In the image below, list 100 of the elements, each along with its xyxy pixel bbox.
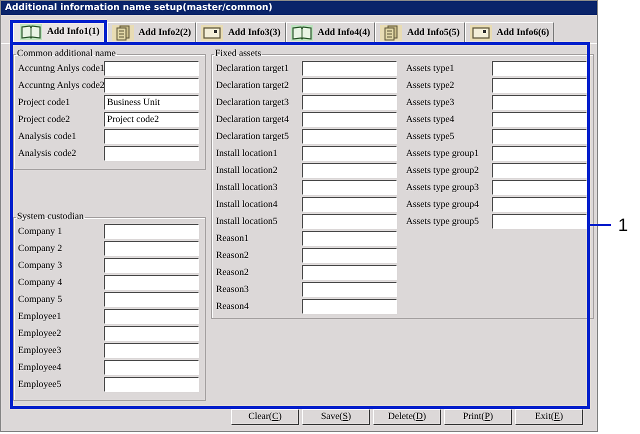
field-label: Reason2	[216, 268, 250, 278]
input-field[interactable]	[104, 258, 199, 273]
field-label: Assets type group1	[406, 148, 480, 158]
action-button[interactable]: Clear(C)	[231, 409, 299, 425]
document-icon	[112, 24, 134, 40]
field-label: Install location3	[216, 182, 278, 192]
input-field[interactable]	[104, 377, 199, 392]
field-label: Declaration target4	[216, 114, 290, 124]
input-field[interactable]	[104, 61, 199, 76]
action-button[interactable]: Delete(D)	[373, 409, 441, 425]
field-label: Company 5	[18, 294, 64, 304]
field-label: Assets type5	[406, 132, 456, 142]
tab[interactable]: Add Info6(6)	[464, 22, 554, 42]
field-label: Project code2	[18, 114, 71, 124]
input-field[interactable]	[302, 180, 397, 195]
field-label: Company 4	[18, 278, 64, 288]
card-icon	[470, 24, 492, 40]
input-field[interactable]	[104, 309, 199, 324]
field-label: Declaration target5	[216, 132, 290, 142]
input-field[interactable]	[302, 231, 397, 246]
field-label: Company 1	[18, 226, 64, 236]
input-field[interactable]	[302, 78, 397, 93]
window-title: Additional information name setup(master/common)	[1, 1, 597, 15]
input-field[interactable]	[104, 275, 199, 290]
document-icon	[380, 24, 402, 40]
book-icon	[20, 24, 42, 40]
field-label: Assets type group3	[406, 182, 480, 192]
input-field[interactable]	[492, 78, 587, 93]
action-button[interactable]: Print(P)	[444, 409, 512, 425]
field-label: Accuntng Anlys code2	[18, 80, 104, 90]
input-field[interactable]	[492, 61, 587, 76]
input-field[interactable]	[492, 163, 587, 178]
input-field[interactable]	[492, 214, 587, 229]
field-label: Reason3	[216, 284, 250, 294]
input-field[interactable]	[302, 163, 397, 178]
field-label: Declaration target1	[216, 64, 290, 74]
input-field[interactable]	[302, 95, 397, 110]
field-label: Company 2	[18, 244, 64, 254]
input-field[interactable]	[104, 78, 199, 93]
input-field[interactable]	[302, 248, 397, 263]
input-field[interactable]	[302, 61, 397, 76]
input-field[interactable]	[104, 146, 199, 161]
field-label: Employee3	[18, 346, 62, 356]
field-label: Install location4	[216, 200, 278, 210]
field-label: Reason2	[216, 250, 250, 260]
input-field[interactable]	[492, 180, 587, 195]
input-field[interactable]	[302, 197, 397, 212]
tab[interactable]: Add Info3(3)	[196, 22, 286, 42]
input-field[interactable]	[104, 292, 199, 307]
leader-line	[589, 224, 611, 226]
input-field[interactable]	[492, 146, 587, 161]
field-label: Accuntng Anlys code1	[18, 64, 104, 74]
input-field[interactable]	[302, 282, 397, 297]
action-button[interactable]: Exit(E)	[515, 409, 583, 425]
group-title: System custodian	[16, 212, 85, 222]
field-label: Assets type group2	[406, 166, 480, 176]
action-button[interactable]: Save(S)	[302, 409, 370, 425]
book-icon	[290, 24, 313, 40]
tab[interactable]: Add Info5(5)	[375, 22, 465, 42]
input-field[interactable]: Project code2	[104, 112, 199, 127]
input-field[interactable]	[302, 214, 397, 229]
group-title: Fixed assets	[214, 49, 262, 59]
input-field[interactable]	[302, 299, 397, 314]
field-label: Company 3	[18, 260, 64, 270]
input-field[interactable]	[492, 95, 587, 110]
input-field[interactable]	[492, 197, 587, 212]
input-field[interactable]	[104, 343, 199, 358]
field-label: Analysis code1	[18, 132, 78, 142]
input-field[interactable]	[302, 265, 397, 280]
field-label: Employee2	[18, 328, 62, 338]
field-label: Project code1	[18, 98, 71, 108]
field-label: Reason4	[216, 302, 250, 312]
field-label: Declaration target3	[216, 98, 290, 108]
input-field[interactable]	[104, 224, 199, 239]
field-label: Employee4	[18, 362, 62, 372]
field-label: Assets type group5	[406, 216, 480, 226]
input-field[interactable]	[302, 129, 397, 144]
callout-number: 1	[618, 215, 628, 236]
field-label: Assets type group4	[406, 200, 480, 210]
field-label: Install location5	[216, 216, 278, 226]
input-field[interactable]	[302, 112, 397, 127]
field-label: Install location1	[216, 148, 278, 158]
input-field[interactable]	[104, 241, 199, 256]
field-label: Assets type3	[406, 98, 456, 108]
tab[interactable]: Add Info4(4)	[286, 22, 376, 42]
field-label: Assets type4	[406, 114, 456, 124]
field-label: Analysis code2	[18, 148, 78, 158]
input-field[interactable]: Business Unit	[104, 95, 199, 110]
input-field[interactable]	[302, 146, 397, 161]
field-label: Declaration target2	[216, 80, 290, 90]
field-label: Install location2	[216, 166, 278, 176]
field-label: Employee1	[18, 312, 62, 322]
input-field[interactable]	[104, 129, 199, 144]
group-title: Common additional name	[16, 49, 117, 59]
tab[interactable]: Add Info2(2)	[106, 22, 196, 42]
input-field[interactable]	[104, 326, 199, 341]
input-field[interactable]	[492, 112, 587, 127]
input-field[interactable]	[492, 129, 587, 144]
field-label: Assets type2	[406, 80, 456, 90]
input-field[interactable]	[104, 360, 199, 375]
